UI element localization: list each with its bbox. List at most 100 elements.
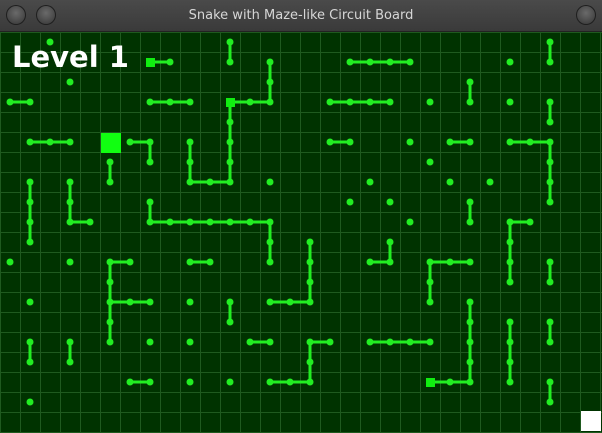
circuit-node xyxy=(506,238,514,246)
circuit-node xyxy=(106,298,114,306)
game-window: Snake with Maze-like Circuit Board Level… xyxy=(0,0,602,433)
circuit-node xyxy=(506,258,514,266)
circuit-node xyxy=(66,258,74,266)
circuit-node xyxy=(146,338,154,346)
circuit-node xyxy=(466,138,474,146)
circuit-node xyxy=(66,218,74,226)
circuit-node xyxy=(206,178,214,186)
window-title: Snake with Maze-like Circuit Board xyxy=(188,8,414,23)
circuit-node xyxy=(466,78,474,86)
circuit-node xyxy=(66,198,74,206)
circuit-node xyxy=(266,298,274,306)
circuit-node xyxy=(226,58,234,66)
circuit-node xyxy=(26,298,34,306)
circuit-node xyxy=(286,378,294,386)
circuit-node xyxy=(546,258,554,266)
circuit-node xyxy=(466,318,474,326)
circuit-node xyxy=(226,378,234,386)
circuit-node xyxy=(26,138,34,146)
circuit-node xyxy=(186,298,194,306)
circuit-node xyxy=(486,178,494,186)
circuit-node xyxy=(146,138,154,146)
food-item xyxy=(426,378,435,387)
circuit-node xyxy=(26,238,34,246)
circuit-node xyxy=(346,98,354,106)
circuit-node xyxy=(26,198,34,206)
circuit-node xyxy=(306,238,314,246)
circuit-node xyxy=(26,98,34,106)
circuit-node xyxy=(146,298,154,306)
circuit-node xyxy=(366,178,374,186)
circuit-node xyxy=(186,258,194,266)
circuit-node xyxy=(506,378,514,386)
level-indicator: Level 1 xyxy=(12,40,129,74)
circuit-node xyxy=(466,198,474,206)
circuit-node xyxy=(146,378,154,386)
circuit-node xyxy=(546,178,554,186)
circuit-node xyxy=(226,138,234,146)
food-item xyxy=(226,98,235,107)
circuit-node xyxy=(506,278,514,286)
circuit-node xyxy=(546,398,554,406)
circuit-node xyxy=(246,338,254,346)
circuit-node xyxy=(506,318,514,326)
circuit-node xyxy=(546,98,554,106)
title-bar[interactable]: Snake with Maze-like Circuit Board xyxy=(0,0,602,32)
circuit-node xyxy=(266,378,274,386)
circuit-node xyxy=(266,78,274,86)
circuit-node xyxy=(126,378,134,386)
circuit-node xyxy=(126,298,134,306)
circuit-node xyxy=(406,218,414,226)
circuit-node xyxy=(146,158,154,166)
circuit-node xyxy=(546,198,554,206)
circuit-node xyxy=(166,218,174,226)
circuit-node xyxy=(546,138,554,146)
circuit-node xyxy=(386,258,394,266)
circuit-node xyxy=(346,198,354,206)
circuit-node xyxy=(186,158,194,166)
circuit-node xyxy=(366,98,374,106)
circuit-node xyxy=(386,198,394,206)
circuit-node xyxy=(206,218,214,226)
circuit-node xyxy=(26,218,34,226)
snake-head xyxy=(101,133,121,153)
circuit-node xyxy=(266,98,274,106)
circuit-node xyxy=(426,338,434,346)
circuit-node xyxy=(506,58,514,66)
circuit-node xyxy=(546,38,554,46)
circuit-node xyxy=(426,298,434,306)
circuit-node xyxy=(366,338,374,346)
circuit-node xyxy=(526,218,534,226)
circuit-node xyxy=(506,98,514,106)
circuit-node xyxy=(506,138,514,146)
circuit-node xyxy=(266,338,274,346)
circuit-node xyxy=(366,58,374,66)
circuit-node xyxy=(286,298,294,306)
circuit-node xyxy=(106,158,114,166)
circuit-node xyxy=(186,338,194,346)
game-board[interactable] xyxy=(0,32,602,433)
circuit-node xyxy=(26,358,34,366)
circuit-node xyxy=(406,338,414,346)
circuit-node xyxy=(466,358,474,366)
circuit-node xyxy=(466,218,474,226)
circuit-node xyxy=(306,378,314,386)
circuit-node xyxy=(106,278,114,286)
circuit-node xyxy=(386,98,394,106)
circuit-node xyxy=(406,138,414,146)
circuit-node xyxy=(66,138,74,146)
circuit-node xyxy=(266,258,274,266)
circuit-node xyxy=(506,218,514,226)
circuit-node xyxy=(446,258,454,266)
circuit-node xyxy=(466,98,474,106)
circuit-node xyxy=(326,138,334,146)
circuit-node xyxy=(346,138,354,146)
circuit-node xyxy=(166,58,174,66)
circuit-node xyxy=(186,98,194,106)
circuit-node xyxy=(546,318,554,326)
circuit-node xyxy=(546,278,554,286)
circuit-node xyxy=(166,98,174,106)
circuit-node xyxy=(146,218,154,226)
circuit-node xyxy=(446,378,454,386)
circuit-node xyxy=(186,218,194,226)
